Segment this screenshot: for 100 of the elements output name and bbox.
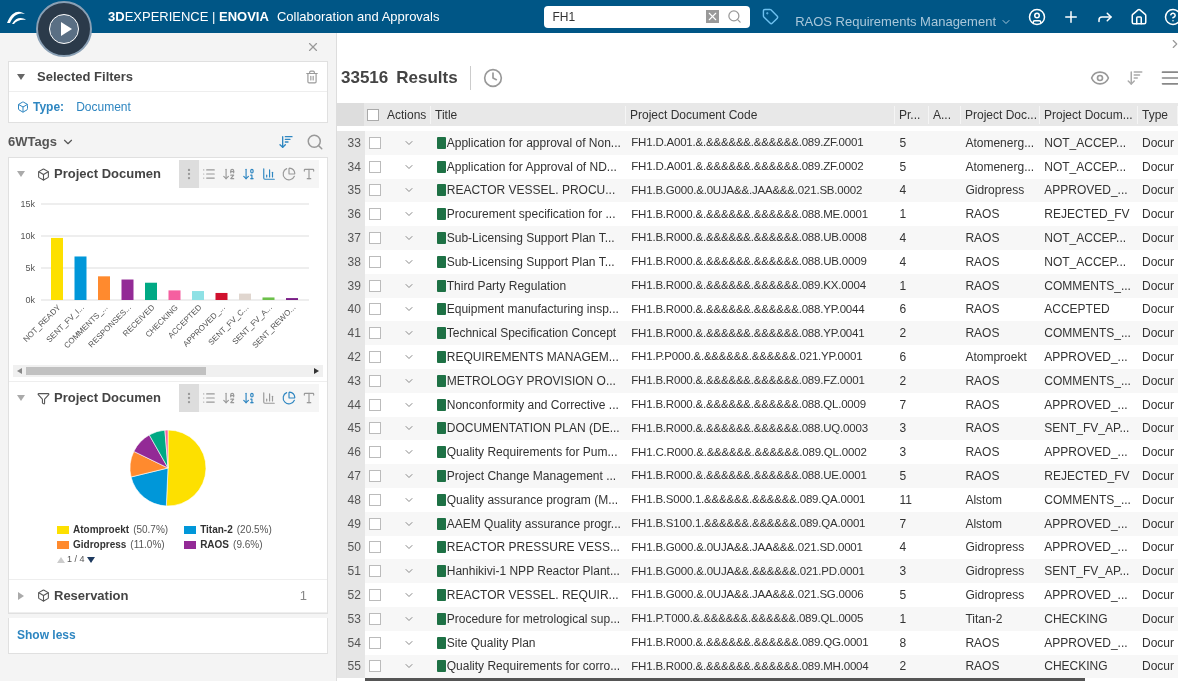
horizontal-scrollbar[interactable] [365, 678, 1085, 681]
row-checkbox[interactable] [368, 351, 381, 364]
document-title-link[interactable]: Sub-Licensing Support Plan T... [446, 252, 615, 271]
row-checkbox[interactable] [368, 232, 381, 245]
document-title-link[interactable]: Sub-Licensing Support Plan T... [446, 229, 615, 248]
list-view-icon[interactable] [1160, 68, 1178, 88]
document-title-link[interactable]: Nonconformity and Corrective ... [446, 395, 619, 414]
bar[interactable] [215, 292, 228, 300]
row-checkbox[interactable] [368, 208, 381, 221]
document-title-link[interactable]: REQUIREMENTS MANAGEM... [446, 348, 619, 367]
table-cell-text: APPROVED_... [1043, 587, 1129, 605]
document-title-link[interactable]: Project Change Management ... [446, 467, 617, 486]
search-icon[interactable] [727, 9, 743, 24]
expand-toggle-icon[interactable] [17, 170, 25, 178]
page-down-icon[interactable] [86, 555, 95, 564]
table-cell-text: Docur [1141, 420, 1176, 438]
search-icon[interactable] [306, 133, 324, 151]
table-cell-text: RAOS [964, 468, 1001, 486]
tag-icon[interactable] [762, 8, 780, 25]
close-icon[interactable] [306, 40, 320, 54]
document-title-link[interactable]: Procurement specification for ... [446, 205, 616, 224]
document-title-link[interactable]: Quality Requirements for corro... [446, 657, 621, 676]
row-number: 45 [337, 416, 365, 441]
document-title-link[interactable]: Hanhikivi-1 NPP Reactor Plant... [446, 562, 620, 581]
column-header[interactable]: Project Docum... [1040, 105, 1138, 124]
home-icon[interactable] [1130, 7, 1148, 26]
table-cell-text: 5 [898, 468, 908, 486]
sort-icon[interactable] [278, 134, 294, 150]
document-title-link[interactable]: REACTOR VESSEL. PROCU... [446, 181, 616, 200]
row-checkbox[interactable] [368, 184, 381, 197]
row-checkbox[interactable] [368, 160, 381, 173]
table-cell-text: FH1.B.S100.1.&&&&&&.&&&&&&.089.QA.0001 [630, 516, 867, 531]
filter-value[interactable]: Document [76, 98, 131, 116]
row-checkbox[interactable] [368, 422, 381, 435]
column-header[interactable]: Project Document Code [626, 105, 895, 124]
column-header[interactable]: Project Doc... [961, 105, 1040, 124]
row-checkbox[interactable] [368, 327, 381, 340]
column-header[interactable]: Title [431, 105, 626, 124]
document-title-link[interactable]: Procedure for metrological sup... [446, 609, 621, 628]
row-checkbox[interactable] [368, 136, 381, 149]
bar[interactable] [121, 279, 134, 300]
excel-file-icon [436, 612, 446, 625]
excel-file-icon [436, 279, 446, 292]
select-all-checkbox[interactable] [367, 108, 380, 121]
document-title-link[interactable]: AAEM Quality assurance progr... [446, 514, 621, 533]
document-title-link[interactable]: Technical Specification Concept [446, 324, 617, 343]
column-header[interactable]: Type [1138, 105, 1178, 124]
trash-icon[interactable] [305, 69, 319, 84]
column-header[interactable]: Actions [383, 105, 431, 124]
column-header[interactable]: A... [929, 105, 961, 124]
search-field[interactable]: FH1 [544, 5, 751, 28]
page-up-icon[interactable] [57, 555, 65, 564]
row-checkbox[interactable] [368, 589, 381, 602]
expand-toggle-icon[interactable] [17, 72, 25, 81]
document-title-link[interactable]: Application for approval of Non... [446, 133, 621, 152]
show-less-link[interactable]: Show less [17, 626, 76, 644]
row-checkbox[interactable] [368, 612, 381, 625]
clear-icon[interactable] [706, 10, 720, 23]
row-checkbox[interactable] [368, 517, 381, 530]
document-title-link[interactable]: REACTOR PRESSURE VESS... [446, 538, 620, 557]
document-title-link[interactable]: REACTOR VESSEL. REQUIR... [446, 586, 619, 605]
workspace-selector[interactable]: RAOS Requirements Management [795, 11, 996, 32]
row-checkbox[interactable] [368, 398, 381, 411]
user-icon[interactable] [1028, 7, 1046, 26]
document-title-link[interactable]: Equipment manufacturing insp... [446, 300, 619, 319]
row-checkbox[interactable] [368, 446, 381, 459]
table-cell-text: Docur [1141, 349, 1176, 367]
row-checkbox[interactable] [368, 303, 381, 316]
help-icon[interactable] [1164, 7, 1178, 26]
more-icon[interactable] [179, 384, 199, 412]
history-icon[interactable] [482, 68, 503, 88]
expand-toggle-icon[interactable] [17, 591, 25, 600]
sort-icon[interactable] [1126, 69, 1144, 87]
row-checkbox[interactable] [368, 374, 381, 387]
scroll-right-icon[interactable] [314, 368, 319, 374]
document-title-link[interactable]: METROLOGY PROVISION O... [446, 371, 616, 390]
document-title-link[interactable]: DOCUMENTATION PLAN (DE... [446, 419, 620, 438]
expand-toggle-icon[interactable] [17, 394, 25, 402]
table-cell-text: 1 [898, 206, 908, 224]
horizontal-scrollbar[interactable] [13, 365, 323, 377]
document-title-link[interactable]: Third Party Regulation [446, 276, 567, 295]
row-checkbox[interactable] [368, 255, 381, 268]
row-checkbox[interactable] [368, 541, 381, 554]
row-checkbox[interactable] [368, 279, 381, 292]
eye-icon[interactable] [1090, 68, 1110, 88]
document-title-link[interactable]: Application for Approval of ND... [446, 157, 617, 176]
scroll-left-icon[interactable] [17, 368, 22, 374]
table-cell-text: Docur [1141, 444, 1176, 462]
bar[interactable] [145, 282, 157, 300]
row-checkbox[interactable] [368, 493, 381, 506]
tags-menu[interactable]: 6WTags [8, 132, 57, 152]
row-checkbox[interactable] [368, 565, 381, 578]
column-header[interactable]: Pr... [895, 105, 929, 124]
row-checkbox[interactable] [368, 470, 381, 483]
document-title-link[interactable]: Quality Requirements for Pum... [446, 443, 618, 462]
document-title-link[interactable]: Quality assurance program (M... [446, 490, 619, 509]
document-title-link[interactable]: Site Quality Plan [446, 633, 536, 652]
more-icon[interactable] [179, 160, 199, 188]
row-checkbox[interactable] [368, 636, 381, 649]
row-checkbox[interactable] [368, 660, 381, 673]
